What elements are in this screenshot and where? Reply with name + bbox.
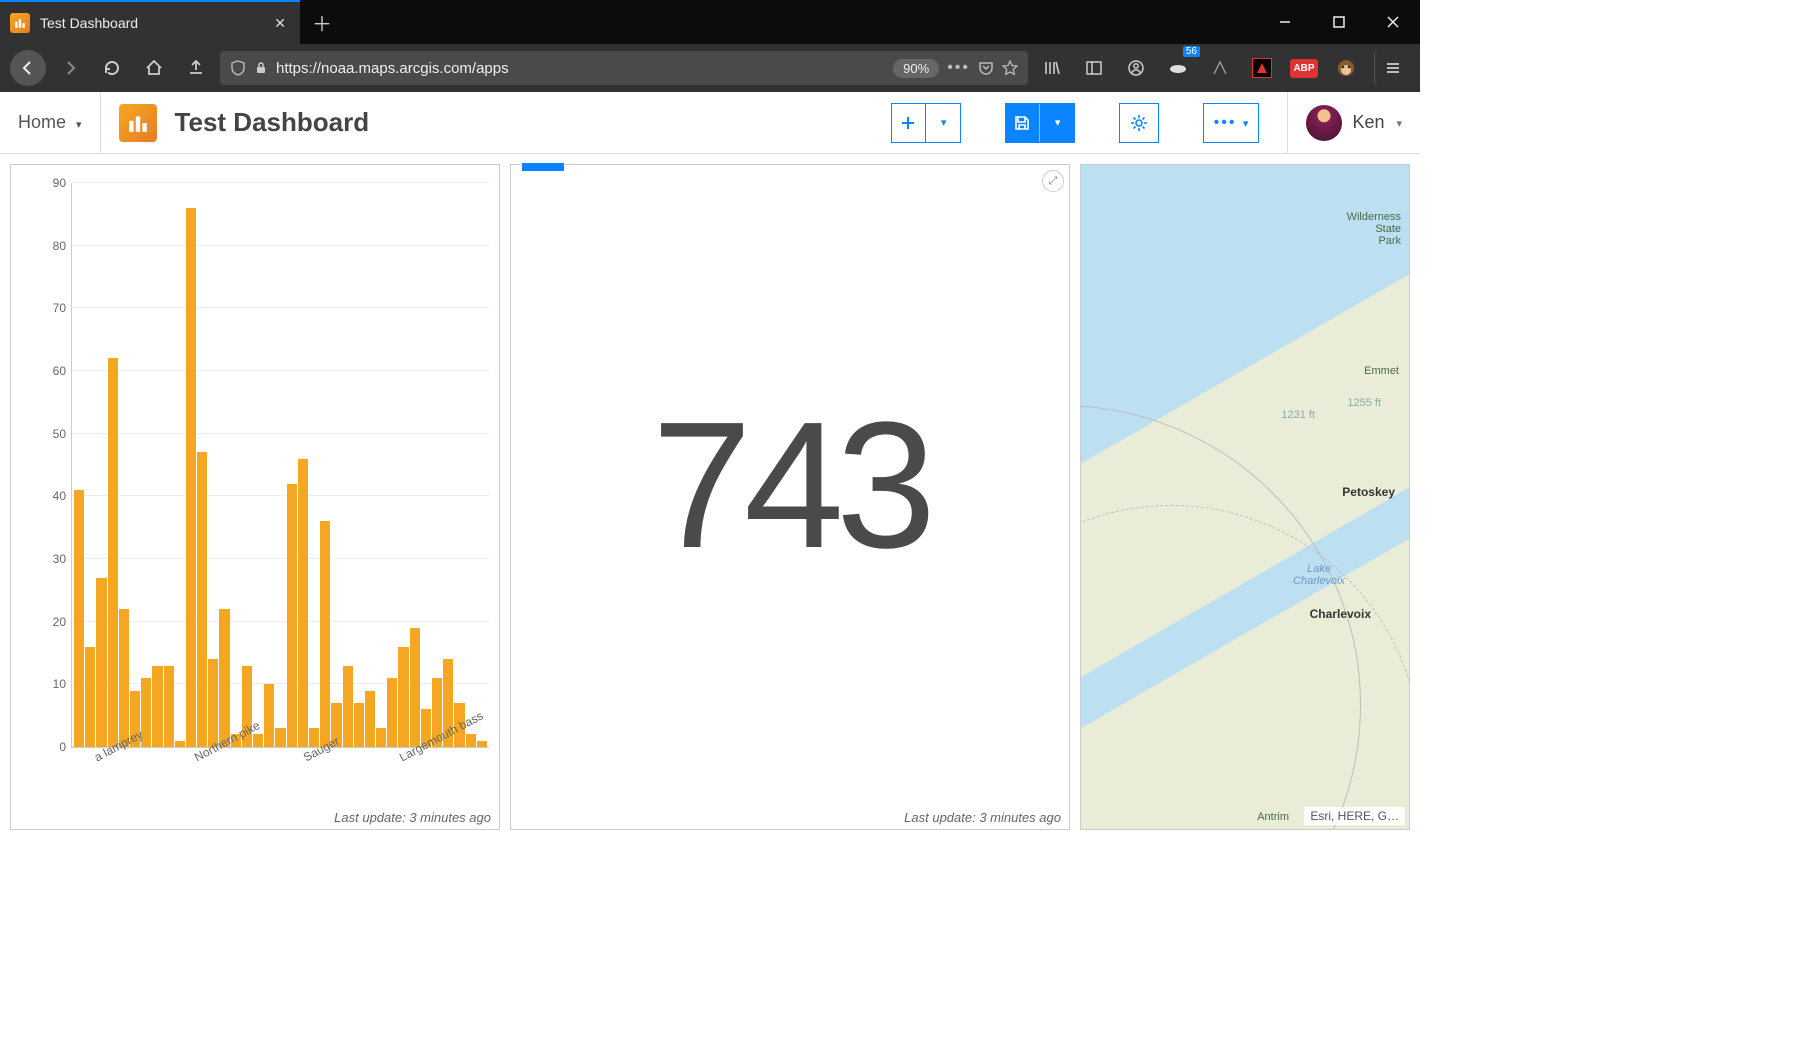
- chart-panel[interactable]: 0102030405060708090 a lampreyNorthern pi…: [10, 164, 500, 830]
- map-label: Wilderness State Park: [1347, 211, 1401, 247]
- back-button[interactable]: [10, 50, 46, 86]
- chart-bar[interactable]: [298, 459, 308, 747]
- chart-bar[interactable]: [275, 728, 285, 747]
- chart-bar[interactable]: [208, 659, 218, 747]
- zoom-indicator[interactable]: 90%: [893, 59, 939, 78]
- dashboard-title: Test Dashboard: [175, 107, 370, 138]
- map-label: Charlevoix: [1310, 607, 1371, 621]
- chart-bar[interactable]: [219, 609, 229, 747]
- chart-bar[interactable]: [365, 691, 375, 747]
- map-attribution: Esri, HERE, G…: [1304, 807, 1405, 825]
- home-icon[interactable]: [136, 50, 172, 86]
- map-canvas[interactable]: Wilderness State Park Emmet 1255 ft 1231…: [1081, 165, 1409, 829]
- expand-icon[interactable]: ⤢: [1042, 170, 1064, 192]
- chart-bar[interactable]: [376, 728, 386, 747]
- chart-bar[interactable]: [74, 490, 84, 747]
- indicator-panel[interactable]: ⤢ 743 Last update: 3 minutes ago: [510, 164, 1070, 830]
- map-label: Emmet: [1364, 365, 1399, 377]
- map-label: Petoskey: [1342, 485, 1395, 499]
- window-close-button[interactable]: [1366, 0, 1420, 44]
- more-options-button[interactable]: •••: [1203, 103, 1260, 143]
- chart-bar[interactable]: [96, 578, 106, 747]
- settings-button[interactable]: [1119, 103, 1159, 143]
- map-label: 1231 ft: [1281, 409, 1315, 421]
- bookmark-star-icon[interactable]: [1002, 60, 1018, 76]
- url-bar[interactable]: https://noaa.maps.arcgis.com/apps 90% ••…: [220, 51, 1028, 85]
- sidebar-icon[interactable]: [1076, 50, 1112, 86]
- map-label: Lake Charlevoix: [1293, 563, 1345, 587]
- chart-bar[interactable]: [186, 208, 196, 747]
- chart-bar[interactable]: [108, 358, 118, 747]
- chart-bar[interactable]: [343, 666, 353, 747]
- chart-bar[interactable]: [85, 647, 95, 747]
- close-tab-icon[interactable]: ✕: [274, 15, 286, 32]
- browser-toolbar: https://noaa.maps.arcgis.com/apps 90% ••…: [0, 44, 1420, 92]
- lock-icon[interactable]: [254, 61, 268, 75]
- window-maximize-button[interactable]: [1312, 0, 1366, 44]
- gear-icon: [1130, 114, 1148, 132]
- hamburger-menu-icon[interactable]: [1374, 50, 1410, 86]
- plus-icon: [892, 104, 926, 142]
- browser-tab[interactable]: Test Dashboard ✕: [0, 0, 300, 44]
- chevron-down-icon: [1040, 104, 1074, 142]
- window-minimize-button[interactable]: [1258, 0, 1312, 44]
- library-icon[interactable]: [178, 50, 214, 86]
- chart-bar[interactable]: [287, 484, 297, 747]
- reload-button[interactable]: [94, 50, 130, 86]
- account-icon[interactable]: [1118, 50, 1154, 86]
- window-titlebar: Test Dashboard ✕ ＋: [0, 0, 1420, 44]
- new-tab-button[interactable]: ＋: [300, 0, 344, 44]
- save-icon: [1006, 104, 1040, 142]
- chart-footer: Last update: 3 minutes ago: [11, 806, 499, 829]
- chart-bar[interactable]: [466, 734, 476, 747]
- save-button[interactable]: [1005, 103, 1075, 143]
- chevron-down-icon: [1394, 114, 1402, 132]
- home-dropdown[interactable]: Home: [18, 92, 101, 153]
- url-text: https://noaa.maps.arcgis.com/apps: [276, 60, 885, 77]
- chart-bar[interactable]: [477, 741, 487, 747]
- chevron-down-icon: [1241, 114, 1249, 132]
- map-label: Antrim: [1257, 811, 1289, 823]
- extension-icon-1[interactable]: [1202, 50, 1238, 86]
- drag-handle[interactable]: [521, 162, 565, 172]
- app-header: Home Test Dashboard ••• Ken: [0, 92, 1420, 154]
- bookshelf-icon[interactable]: [1034, 50, 1070, 86]
- indicator-footer: Last update: 3 minutes ago: [511, 806, 1069, 829]
- tab-title: Test Dashboard: [40, 15, 264, 31]
- adblock-extension-icon[interactable]: ABP: [1286, 50, 1322, 86]
- user-name: Ken: [1352, 112, 1384, 133]
- chart-bar[interactable]: [175, 741, 185, 747]
- chart-bar[interactable]: [164, 666, 174, 747]
- chart-bar[interactable]: [197, 452, 207, 747]
- map-panel[interactable]: Wilderness State Park Emmet 1255 ft 1231…: [1080, 164, 1410, 830]
- chart-bar[interactable]: [152, 666, 162, 747]
- pocket-icon[interactable]: [978, 60, 994, 76]
- forward-button[interactable]: [52, 50, 88, 86]
- chart-bar[interactable]: [398, 647, 408, 747]
- pdf-extension-icon[interactable]: [1244, 50, 1280, 86]
- shield-icon[interactable]: [230, 60, 246, 76]
- chevron-down-icon: [74, 112, 82, 133]
- map-label: 1255 ft: [1347, 397, 1381, 409]
- chart-bar[interactable]: [410, 628, 420, 747]
- avatar: [1306, 105, 1342, 141]
- dashboard-canvas: 0102030405060708090 a lampreyNorthern pi…: [0, 154, 1420, 840]
- chevron-down-icon: [926, 104, 960, 142]
- chart-bar[interactable]: [354, 703, 364, 747]
- bar-chart: 0102030405060708090 a lampreyNorthern pi…: [11, 165, 499, 806]
- chart-bar[interactable]: [264, 684, 274, 747]
- tab-favicon: [10, 13, 30, 33]
- add-element-button[interactable]: [891, 103, 961, 143]
- user-menu[interactable]: Ken: [1287, 92, 1402, 153]
- indicator-value: 743: [511, 165, 1069, 806]
- chart-bar[interactable]: [387, 678, 397, 747]
- chart-bar[interactable]: [119, 609, 129, 747]
- page-actions-icon[interactable]: •••: [947, 59, 970, 77]
- weather-extension-icon[interactable]: 56: [1160, 50, 1196, 86]
- monkey-extension-icon[interactable]: [1328, 50, 1364, 86]
- app-logo: [119, 104, 157, 142]
- chart-bar[interactable]: [253, 734, 263, 747]
- chart-bar[interactable]: [320, 521, 330, 747]
